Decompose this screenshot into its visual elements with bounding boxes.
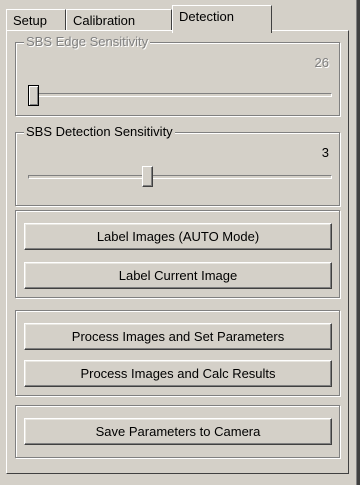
process-calc-results-button[interactable]: Process Images and Calc Results [24,360,332,387]
detection-sensitivity-group: SBS Detection Sensitivity 3 [15,124,340,206]
edge-sensitivity-slider-track[interactable] [28,93,332,97]
detection-tab-panel: SBS Edge Sensitivity 26 SBS Detection Se… [6,30,349,474]
edge-sensitivity-value: 26 [314,55,329,70]
tab-calibration[interactable]: Calibration [66,9,172,31]
edge-sensitivity-slider-thumb[interactable] [28,85,39,106]
save-parameters-group: Save Parameters to Camera [15,405,340,458]
detection-sensitivity-slider-track[interactable] [28,175,332,179]
tab-bar: Setup Calibration Detection [6,4,346,33]
label-images-auto-button[interactable]: Label Images (AUTO Mode) [24,223,332,250]
process-set-parameters-button[interactable]: Process Images and Set Parameters [24,323,332,350]
edge-sensitivity-group: SBS Edge Sensitivity 26 [15,34,340,116]
detection-sensitivity-value: 3 [321,145,329,160]
label-current-image-button[interactable]: Label Current Image [24,262,332,289]
label-images-group: Label Images (AUTO Mode) Label Current I… [15,210,340,298]
detection-sensitivity-label: SBS Detection Sensitivity [24,124,175,140]
tab-detection[interactable]: Detection [172,5,272,33]
tab-setup[interactable]: Setup [6,9,66,31]
detection-sensitivity-slider-thumb[interactable] [142,166,154,187]
detection-settings-window: Setup Calibration Detection SBS Edge Sen… [0,0,360,485]
save-parameters-button[interactable]: Save Parameters to Camera [24,418,332,445]
edge-sensitivity-label: SBS Edge Sensitivity [24,34,151,50]
process-images-group: Process Images and Set Parameters Proces… [15,310,340,396]
